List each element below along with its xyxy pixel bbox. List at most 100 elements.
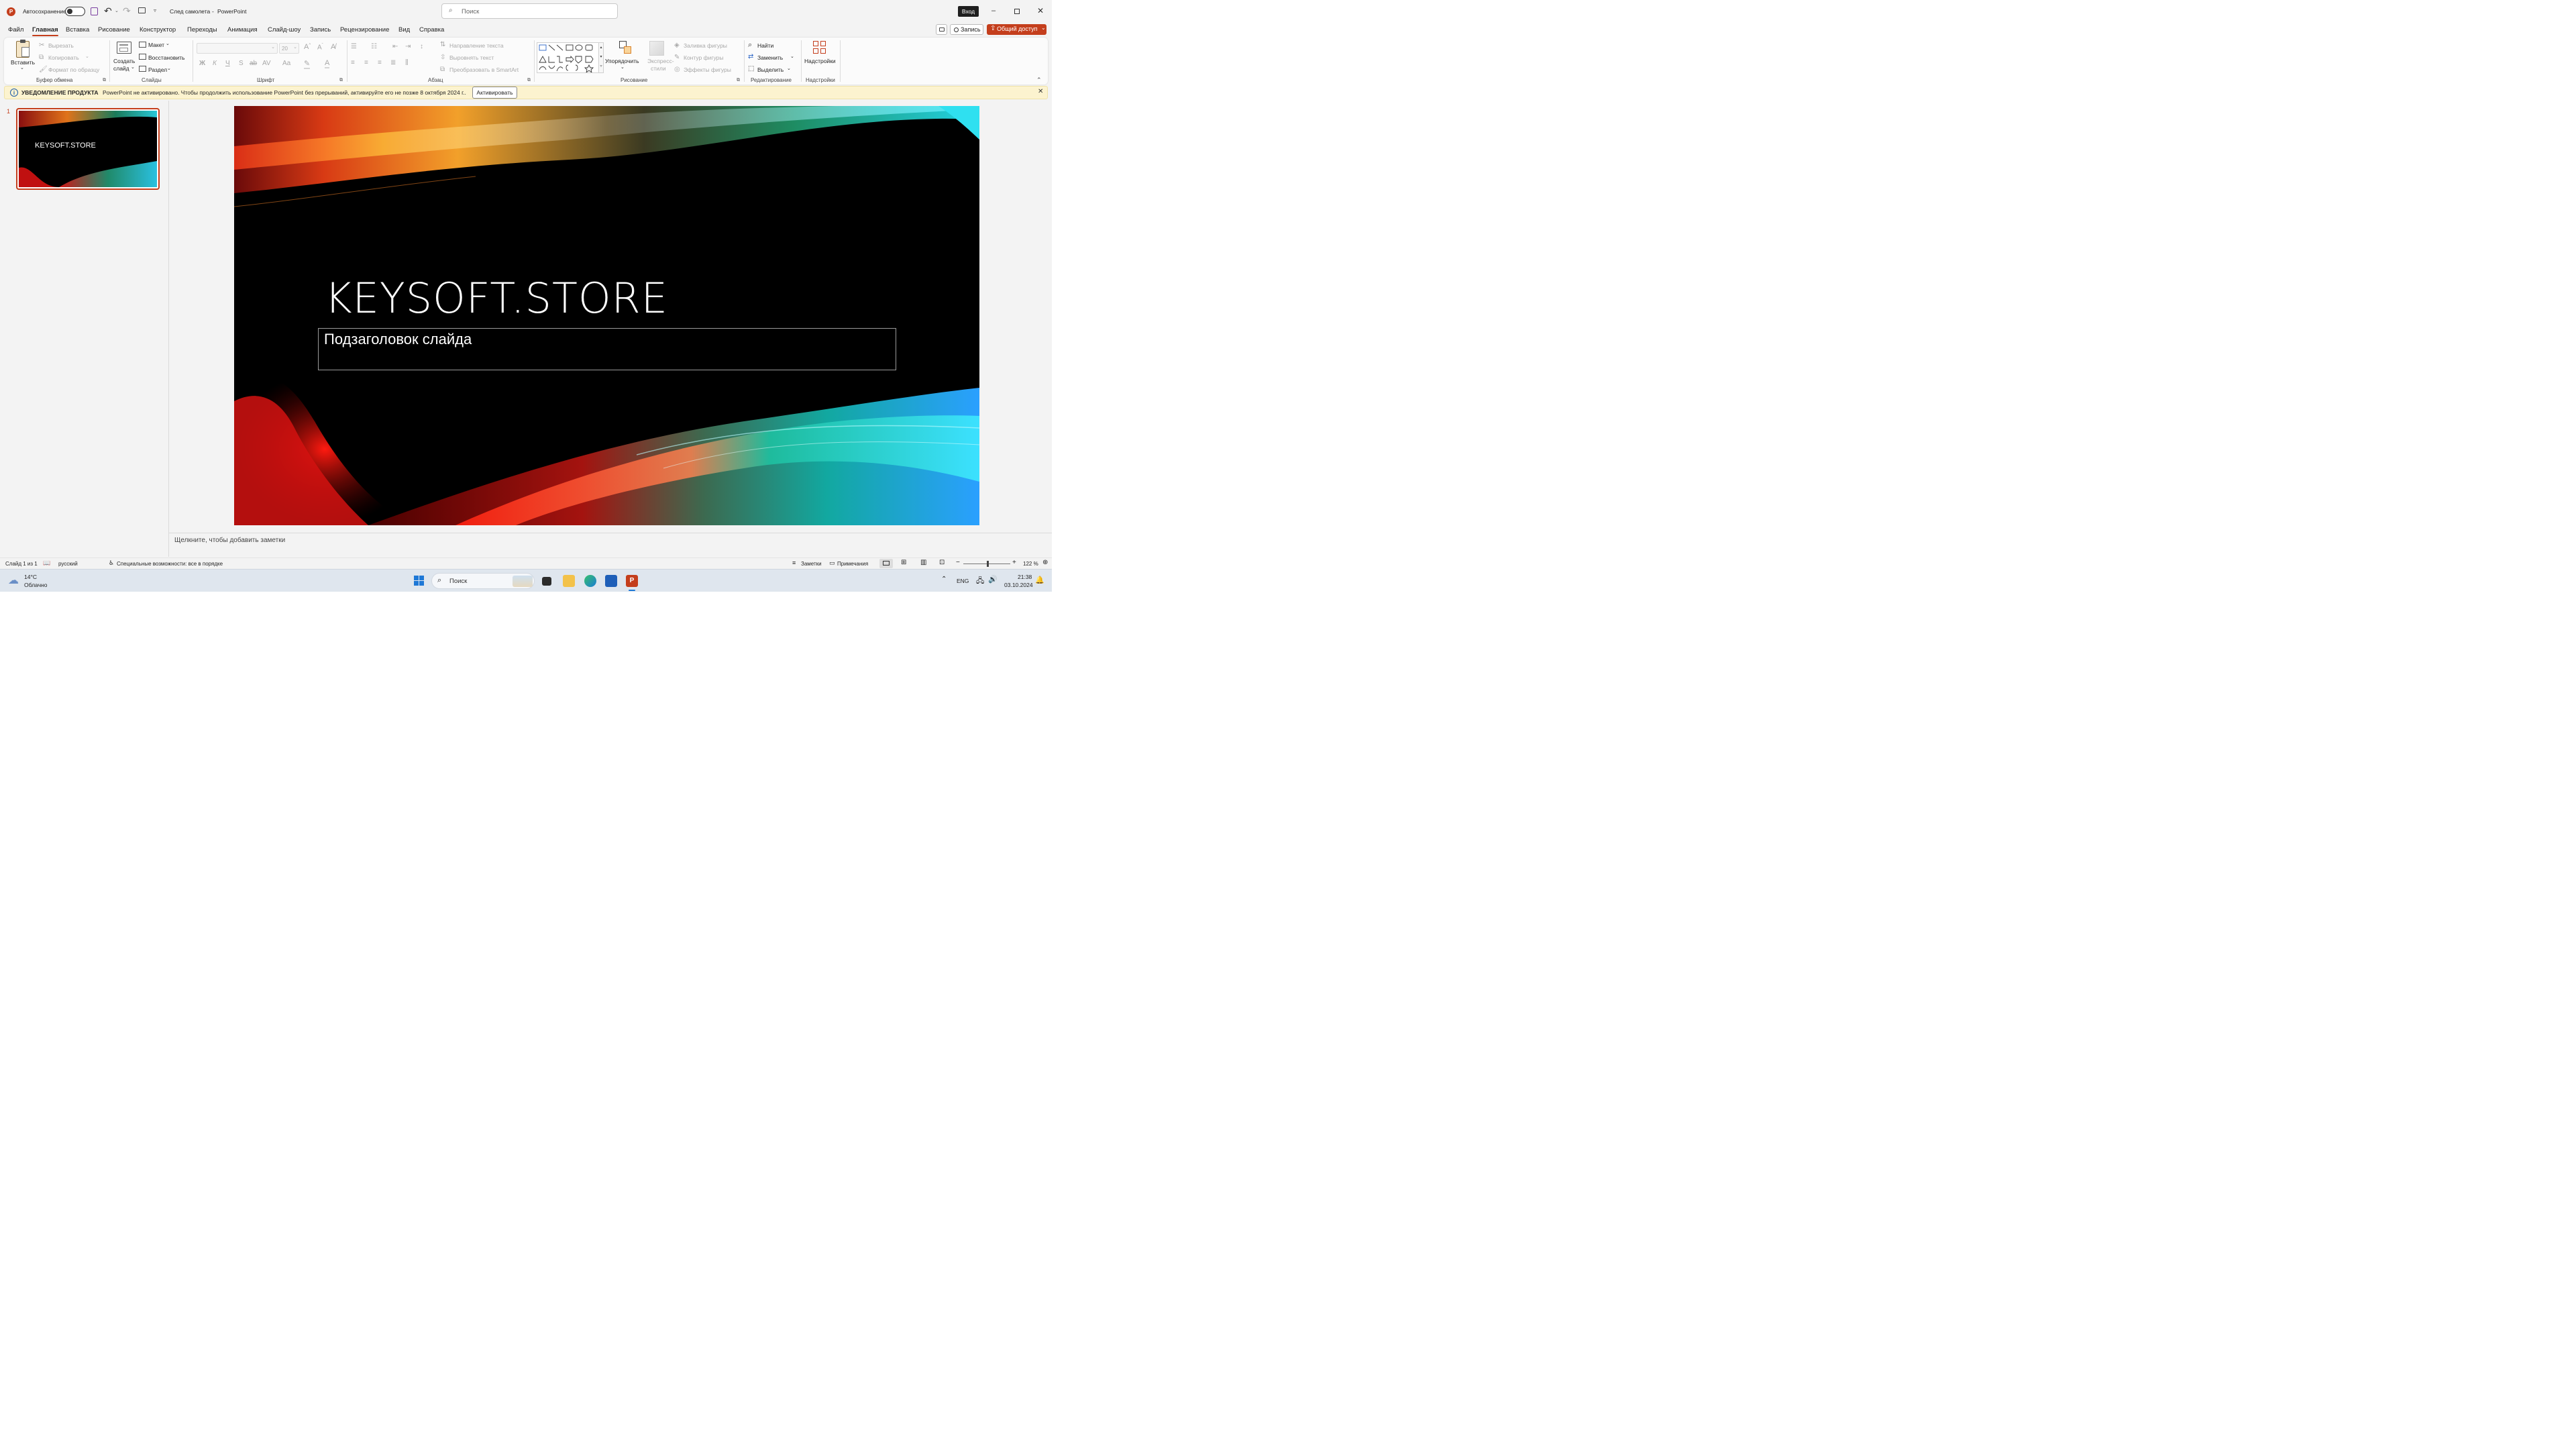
highlight-icon[interactable]: ✎ [304,59,311,69]
replace-button[interactable]: Заменить [757,54,783,61]
justify-icon[interactable]: ≣ [390,59,396,66]
tab-home[interactable]: Главная [32,26,58,36]
subtitle-placeholder[interactable]: Подзаголовок слайда [318,328,896,370]
language-status[interactable]: русский [58,561,78,567]
reading-view-icon[interactable]: ▥ [920,559,926,566]
activate-button[interactable]: Активировать [472,87,517,99]
present-from-start-icon[interactable] [138,7,146,13]
section-dropdown-icon[interactable]: ⌄ [167,66,171,71]
drawing-launcher-icon[interactable]: ⧉ [737,78,740,83]
copy-button[interactable]: Копировать [48,54,79,61]
weather-desc[interactable]: Облачно [24,582,47,588]
record-button[interactable]: Запись [950,24,983,35]
minimize-icon[interactable]: – [991,7,996,15]
slide-sorter-icon[interactable]: ⊞ [901,559,906,566]
cut-button[interactable]: Вырезать [48,42,74,49]
addins-button[interactable]: Надстройки [804,58,836,64]
taskbar-search[interactable]: ⌕ Поиск [431,573,535,589]
layout-button[interactable]: Макет [148,42,164,48]
select-button[interactable]: Выделить [757,66,784,73]
shapes-gallery[interactable] [537,42,602,74]
undo-icon[interactable]: ↶ [104,5,112,17]
quick-styles-label-1[interactable]: Экспресс- [647,58,674,64]
font-size-box[interactable]: 20 ⌄ [279,43,299,54]
smartart-button[interactable]: Преобразовать в SmartArt [449,66,519,73]
font-name-box[interactable]: ⌄ [197,43,278,54]
fit-to-window-icon[interactable]: ⊕ [1042,559,1048,566]
tab-draw[interactable]: Рисование [98,26,130,34]
task-view-icon[interactable] [542,577,551,586]
numbering-icon[interactable]: ☷ [371,43,377,50]
slide-canvas[interactable]: KEYSOFT.STORE Подзаголовок слайда [234,106,979,525]
notes-toggle-button[interactable]: Заметки [801,561,822,567]
zoom-out-button[interactable]: − [956,559,960,566]
change-case-icon[interactable]: Aa [282,60,290,67]
clock-date[interactable]: 03.10.2024 [1004,582,1033,588]
zoom-thumb[interactable] [987,561,989,567]
reset-button[interactable]: Восстановить [148,54,184,61]
close-window-icon[interactable]: ✕ [1037,6,1044,15]
font-color-icon[interactable]: A [325,59,330,68]
quick-styles-icon[interactable] [649,41,664,56]
slideshow-view-icon[interactable]: ⊡ [939,559,945,566]
replace-dropdown-icon[interactable]: ⌄ [790,54,794,59]
shape-effects-button[interactable]: Эффекты фигуры [684,66,731,73]
comments-button[interactable] [936,24,947,35]
align-left-icon[interactable]: ≡ [351,59,355,66]
shrink-font-icon[interactable]: Aˇ [317,44,323,51]
shape-fill-button[interactable]: Заливка фигуры [684,42,727,49]
paste-dropdown-icon[interactable]: ⌄ [20,65,24,70]
tab-record[interactable]: Запись [310,26,331,34]
shadow-button[interactable]: S [239,60,244,67]
tray-overflow-icon[interactable]: ⌃ [941,576,947,583]
find-button[interactable]: Найти [757,42,773,49]
tab-review[interactable]: Рецензирование [340,26,389,34]
new-slide-icon[interactable] [117,42,131,54]
new-slide-dropdown-icon[interactable]: ⌄ [131,64,135,70]
arrange-dropdown-icon[interactable]: ⌄ [621,64,625,70]
strikethrough-icon[interactable]: ab [250,60,257,67]
network-icon[interactable]: 🖧 [976,575,984,588]
align-center-icon[interactable]: ≡ [364,59,368,66]
italic-button[interactable]: К [213,60,217,67]
tab-help[interactable]: Справка [419,26,444,34]
share-button[interactable]: ⇪ Общий доступ ⌄ [987,24,1046,35]
notes-pane[interactable]: Щелкните, чтобы добавить заметки [169,533,1052,557]
align-right-icon[interactable]: ≡ [378,59,382,66]
tab-file[interactable]: Файл [8,26,23,34]
format-painter-button[interactable]: Формат по образцу [48,66,99,73]
search-box[interactable]: ⌕ Поиск [441,3,618,19]
line-spacing-icon[interactable]: ↕ [420,43,423,50]
clock-time[interactable]: 21:38 [1018,574,1032,580]
slide-thumbnail[interactable]: KEYSOFT.STORE [16,108,160,190]
shape-outline-button[interactable]: Контур фигуры [684,54,723,61]
spellcheck-icon[interactable]: 📖 [43,559,50,567]
comments-toggle-button[interactable]: Примечания [837,561,868,567]
windows-start-icon[interactable] [414,576,425,586]
weather-icon[interactable]: ☁ [8,574,19,587]
restore-icon[interactable] [1014,9,1020,14]
weather-temp[interactable]: 14°C [24,574,37,580]
file-explorer-icon[interactable] [563,575,575,587]
normal-view-button[interactable] [879,559,893,568]
slide-counter[interactable]: Слайд 1 из 1 [5,561,38,567]
autosave-toggle[interactable] [65,7,85,16]
columns-icon[interactable]: ⫼ [405,59,409,66]
new-slide-label-1[interactable]: Создать [113,58,135,64]
decrease-indent-icon[interactable]: ⇤ [392,43,398,50]
customize-toolbar-icon[interactable]: ▿ [154,7,156,13]
shapes-scroll[interactable]: ▴ ▾ ▿ [598,42,604,73]
powerpoint-taskbar-icon[interactable]: P [626,575,638,587]
text-direction-button[interactable]: Направление текста [449,42,504,49]
input-language[interactable]: ENG [957,578,969,584]
microsoft-store-icon[interactable] [605,575,617,587]
edge-browser-icon[interactable] [584,575,596,587]
paragraph-launcher-icon[interactable]: ⧉ [527,78,531,83]
close-notice-icon[interactable]: ✕ [1038,88,1043,95]
font-launcher-icon[interactable]: ⧉ [339,78,343,83]
arrange-icon[interactable] [619,41,633,56]
increase-indent-icon[interactable]: ⇥ [405,43,411,50]
slide-title[interactable]: KEYSOFT.STORE [325,274,668,323]
paste-icon[interactable] [16,40,30,58]
tab-insert[interactable]: Вставка [66,26,89,34]
